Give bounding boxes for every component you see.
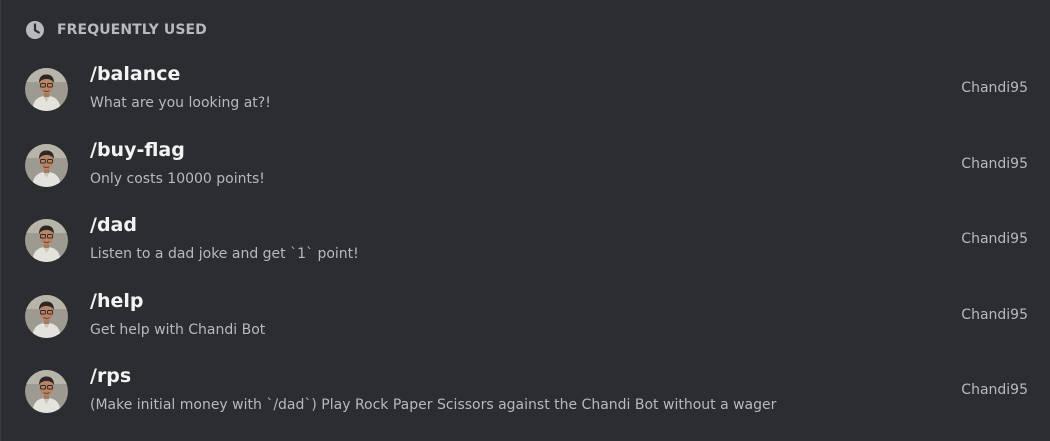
avatar [25, 143, 68, 187]
command-source: Chandi95 [961, 155, 1028, 172]
command-source: Chandi95 [961, 306, 1028, 323]
command-picker-panel: FREQUENTLY USED /balance What are you lo… [0, 0, 1050, 441]
avatar [25, 68, 68, 111]
section-header: FREQUENTLY USED [25, 20, 207, 40]
avatar [25, 219, 68, 262]
section-title: FREQUENTLY USED [57, 22, 207, 38]
command-item-balance[interactable]: /balance What are you looking at?! Chand… [1, 52, 1050, 128]
command-description: (Make initial money with `/dad`) Play Ro… [90, 397, 777, 413]
avatar [25, 370, 68, 413]
command-item-dad[interactable]: /dad Listen to a dad joke and get `1` po… [1, 203, 1050, 279]
command-source: Chandi95 [961, 231, 1028, 247]
avatar [25, 294, 68, 338]
clock-icon [25, 20, 45, 40]
command-description: Only costs 10000 points! [90, 170, 265, 187]
command-name: /rps [90, 365, 132, 387]
command-item-rps[interactable]: /rps (Make initial money with `/dad`) Pl… [1, 354, 1050, 430]
command-source: Chandi95 [961, 382, 1028, 398]
command-item-help[interactable]: /help Get help with Chandi Bot Chandi95 [1, 279, 1050, 355]
command-list: /balance What are you looking at?! Chand… [1, 52, 1050, 430]
command-description: Get help with Chandi Bot [90, 321, 266, 338]
command-item-buy-flag[interactable]: /buy-flag Only costs 10000 points! Chand… [1, 128, 1050, 204]
command-name: /dad [90, 214, 137, 236]
command-name: /help [90, 289, 144, 312]
command-source: Chandi95 [961, 80, 1028, 96]
command-description: Listen to a dad joke and get `1` point! [90, 246, 359, 262]
command-description: What are you looking at?! [90, 95, 271, 111]
command-name: /buy-flag [90, 138, 185, 161]
command-name: /balance [90, 63, 181, 85]
